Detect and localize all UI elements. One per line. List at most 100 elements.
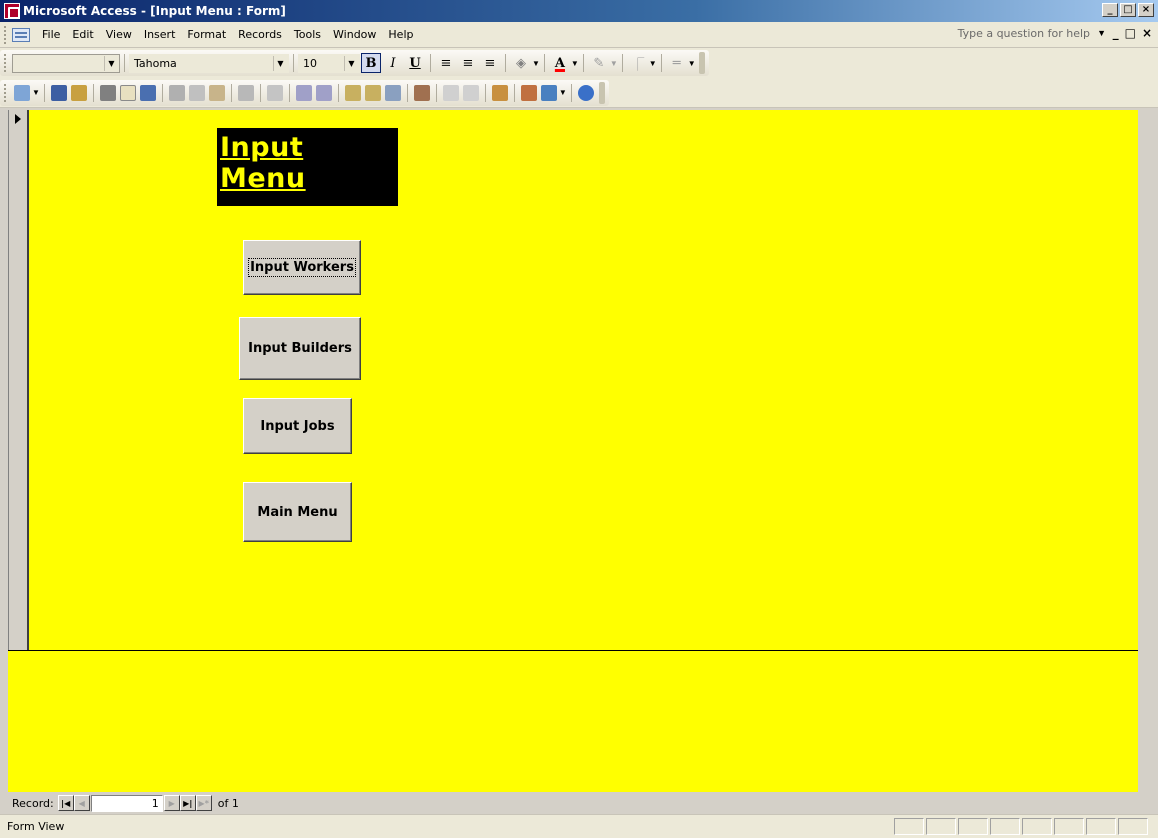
font-name-combo[interactable]: Tahoma ▼ [129,53,289,73]
menu-bar: File Edit View Insert Format Records Too… [0,22,1158,48]
toolbar-grip[interactable] [4,54,8,72]
status-panel [1118,818,1148,835]
properties-icon[interactable] [491,84,508,101]
chevron-down-icon[interactable]: ▼ [344,55,358,71]
insert-hyperlink-icon[interactable] [266,84,283,101]
maximize-button[interactable]: □ [1120,3,1136,17]
help-icon[interactable] [577,84,594,101]
font-color-button[interactable]: A [550,53,570,73]
chevron-down-icon[interactable]: ▼ [688,59,696,68]
last-record-button[interactable]: ▶| [179,795,196,811]
input-jobs-button[interactable]: Input Jobs [243,398,352,454]
view-icon[interactable] [14,84,30,101]
chevron-down-icon[interactable]: ▼ [571,59,579,68]
menu-grip[interactable] [4,25,8,44]
doc-minimize-button[interactable]: _ [1113,26,1119,40]
file-search-icon[interactable] [70,84,87,101]
input-workers-label: Input Workers [248,258,356,277]
form-title-label: Input Menu [217,128,398,206]
chevron-down-icon[interactable]: ▼ [532,59,540,68]
font-size-value: 10 [303,56,317,70]
help-dropdown-icon[interactable]: ▼ [1097,28,1106,38]
new-record-nav-button[interactable]: ▶* [195,795,212,811]
status-panel [1054,818,1084,835]
line-color-icon[interactable]: ✎ [589,53,609,73]
toolbar-options-icon[interactable] [598,81,605,104]
align-left-icon[interactable]: ≡ [436,53,456,73]
align-center-icon[interactable]: ≡ [458,53,478,73]
chevron-down-icon[interactable]: ▼ [610,59,618,68]
sort-ascending-icon[interactable] [295,84,312,101]
status-panel [894,818,924,835]
menu-view[interactable]: View [100,28,138,41]
title-bar: Microsoft Access - [Input Menu : Form] _… [0,0,1158,22]
next-record-button[interactable]: ▶ [163,795,180,811]
database-window-icon[interactable] [520,84,537,101]
doc-restore-button[interactable]: □ [1125,26,1136,40]
menu-file[interactable]: File [36,28,66,41]
record-selector[interactable] [8,110,29,651]
menu-tools[interactable]: Tools [288,28,327,41]
chevron-down-icon[interactable]: ▼ [559,88,567,97]
status-panel [926,818,956,835]
italic-button[interactable]: I [383,53,403,73]
print-preview-icon[interactable] [119,84,136,101]
save-icon[interactable] [50,84,67,101]
spelling-icon[interactable] [139,84,156,101]
minimize-button[interactable]: _ [1102,3,1118,17]
status-panel [1086,818,1116,835]
toolbar-grip[interactable] [4,83,8,102]
filter-by-form-icon[interactable] [364,84,381,101]
border-width-icon[interactable]: ⎾ [628,53,648,73]
print-icon[interactable] [99,84,116,101]
input-jobs-label: Input Jobs [260,418,335,434]
chevron-down-icon[interactable]: ▼ [32,88,40,97]
status-panel [990,818,1020,835]
status-bar: Form View [0,814,1158,838]
input-builders-button[interactable]: Input Builders [239,317,361,380]
menu-format[interactable]: Format [181,28,232,41]
align-right-icon[interactable]: ≡ [480,53,500,73]
object-combo[interactable]: ▼ [12,53,120,73]
font-size-combo[interactable]: 10 ▼ [298,53,360,73]
chevron-down-icon[interactable]: ▼ [104,55,118,71]
chevron-down-icon[interactable]: ▼ [273,55,287,71]
chevron-down-icon[interactable]: ▼ [649,59,657,68]
menu-window[interactable]: Window [327,28,382,41]
status-text: Form View [7,820,65,833]
special-effect-icon[interactable]: ═ [667,53,687,73]
apply-filter-icon[interactable] [384,84,401,101]
new-object-icon[interactable] [540,84,557,101]
help-question-box[interactable]: Type a question for help [958,27,1090,40]
menu-help[interactable]: Help [382,28,419,41]
delete-record-icon[interactable] [462,84,479,101]
copy-icon[interactable] [188,84,205,101]
status-panel [958,818,988,835]
access-app-icon[interactable] [4,3,20,19]
form-document-icon[interactable] [12,27,30,42]
input-workers-button[interactable]: Input Workers [243,240,361,295]
first-record-button[interactable]: |◀ [57,795,74,811]
filter-by-selection-icon[interactable] [344,84,361,101]
bold-button[interactable]: B [361,53,381,73]
previous-record-button[interactable]: ◀ [73,795,90,811]
sort-descending-icon[interactable] [315,84,332,101]
cut-icon[interactable] [168,84,185,101]
form-detail-section [29,110,1138,651]
main-menu-button[interactable]: Main Menu [243,482,352,542]
doc-close-button[interactable]: × [1142,26,1152,40]
find-icon[interactable] [413,84,430,101]
fill-color-icon[interactable]: ◈ [511,53,531,73]
underline-button[interactable]: U [405,53,425,73]
undo-icon[interactable] [237,84,254,101]
toolbar-options-icon[interactable] [698,52,705,74]
new-record-icon[interactable] [442,84,459,101]
close-button[interactable]: × [1138,3,1154,17]
menu-insert[interactable]: Insert [138,28,182,41]
record-count-text: of 1 [217,796,239,810]
form-title-text: Input Menu [220,132,306,194]
record-number-input[interactable]: 1 [90,794,163,812]
menu-records[interactable]: Records [232,28,288,41]
paste-icon[interactable] [208,84,225,101]
menu-edit[interactable]: Edit [66,28,99,41]
